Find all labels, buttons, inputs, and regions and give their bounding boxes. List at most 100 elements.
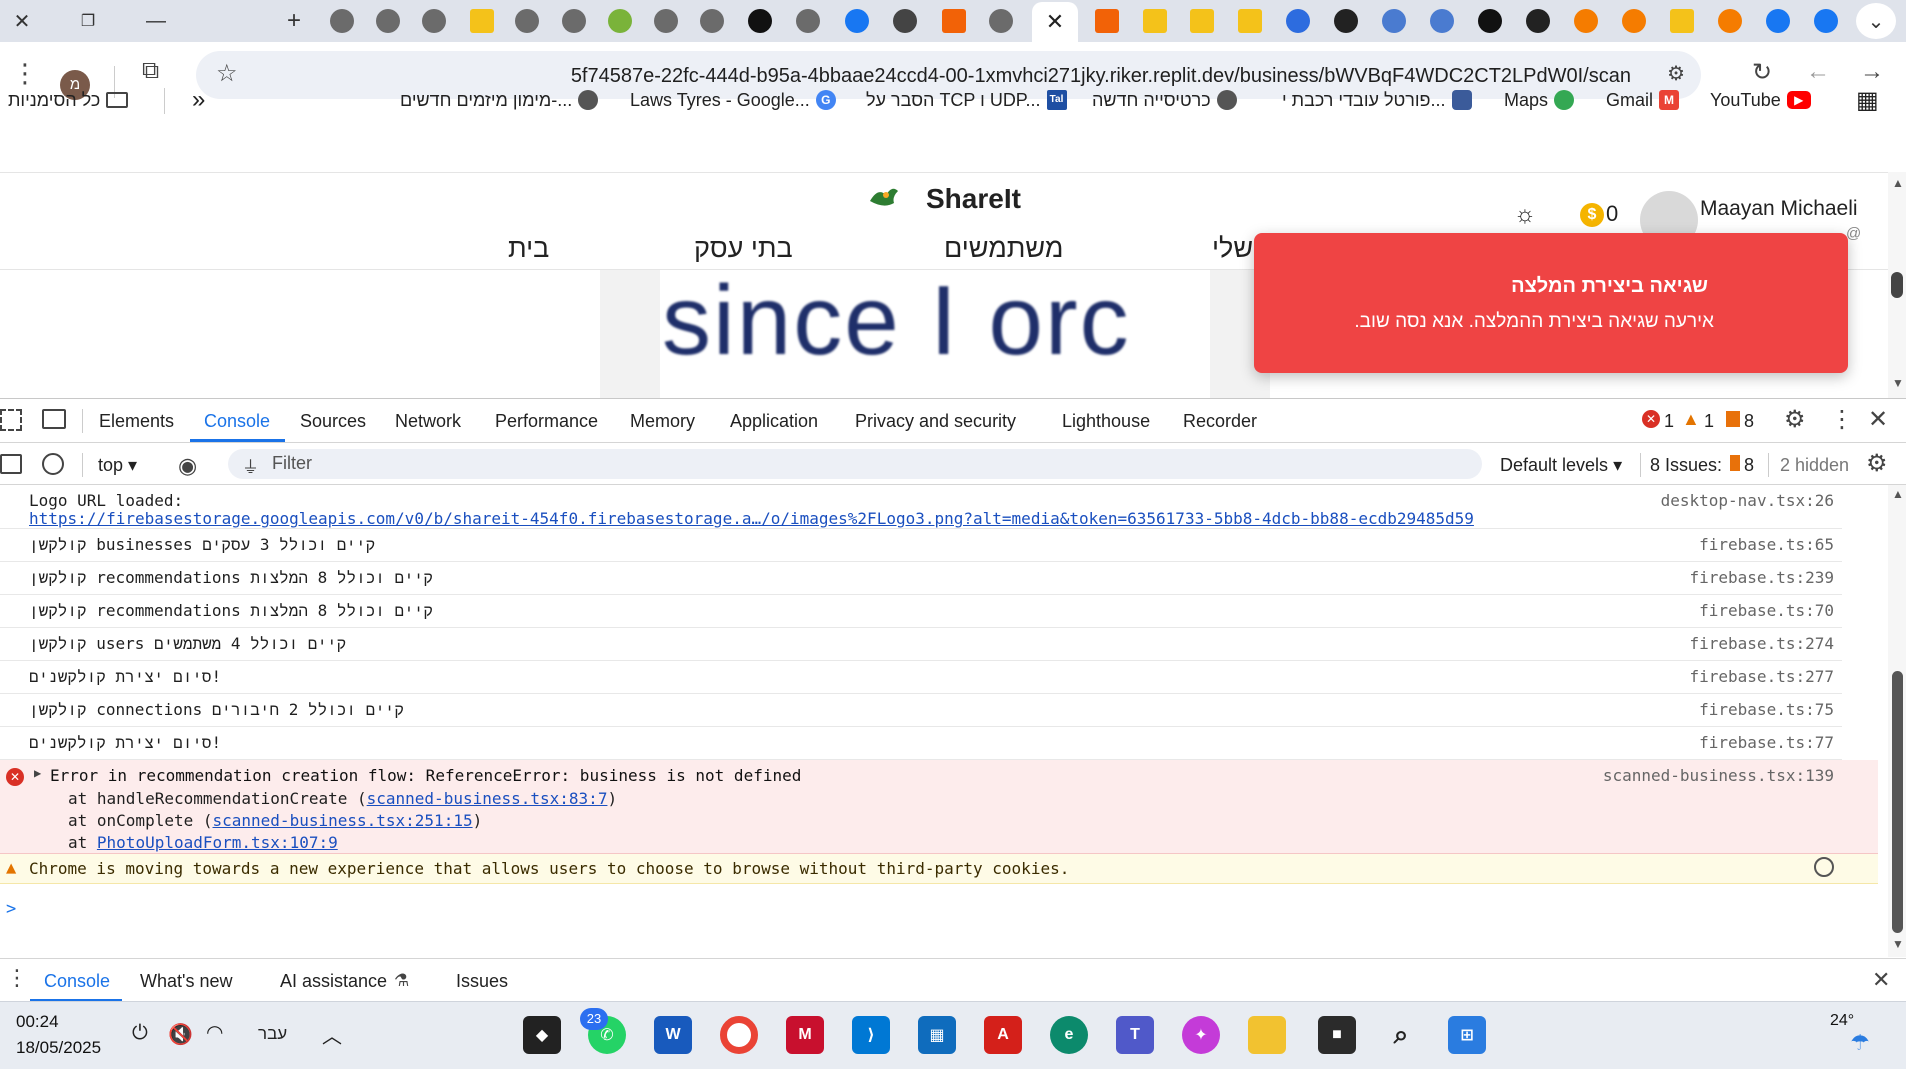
tab-search-button[interactable]: ⌄: [1856, 3, 1896, 39]
scroll-down-icon[interactable]: ▼: [1892, 937, 1904, 951]
tab-recorder[interactable]: Recorder: [1183, 411, 1257, 432]
log-source[interactable]: firebase.ts:70: [1699, 601, 1834, 620]
tab-app-icon[interactable]: [1382, 9, 1406, 33]
tab-firebase-icon[interactable]: [1574, 9, 1598, 33]
console-prompt[interactable]: >: [6, 899, 16, 919]
edge-icon[interactable]: e: [1050, 1016, 1088, 1054]
language-indicator[interactable]: עבר: [258, 1024, 287, 1044]
log-source[interactable]: firebase.ts:274: [1690, 634, 1835, 653]
weather-icon[interactable]: ☂: [1850, 1030, 1870, 1056]
mcafee-icon[interactable]: M: [786, 1016, 824, 1054]
tab-globe-icon[interactable]: [796, 9, 820, 33]
tab-github-icon[interactable]: [1334, 9, 1358, 33]
levels-dropdown[interactable]: Default levels ▾: [1500, 455, 1622, 476]
app-icon[interactable]: ■: [1318, 1016, 1356, 1054]
issues-label[interactable]: 8 Issues:: [1650, 455, 1722, 476]
tab-console[interactable]: Console: [204, 411, 270, 432]
stack-link[interactable]: scanned-business.tsx:83:7: [367, 789, 608, 808]
tab-github-icon[interactable]: [893, 9, 917, 33]
bookmark-item[interactable]: Gmail M: [1606, 88, 1680, 112]
nav-link-users[interactable]: משתמשים: [944, 233, 1063, 264]
tab-elements[interactable]: Elements: [99, 411, 174, 432]
log-source[interactable]: firebase.ts:77: [1699, 733, 1834, 752]
stack-link[interactable]: PhotoUploadForm.tsx:107:9: [97, 833, 338, 852]
bookmark-item[interactable]: מימון מיזמים חדשים-...: [400, 88, 599, 112]
site-settings-icon[interactable]: ⚙: [1667, 61, 1685, 86]
clock-date[interactable]: 18/05/2025: [16, 1038, 101, 1058]
warning-count[interactable]: 1: [1704, 411, 1714, 432]
close-drawer-icon[interactable]: ✕: [1872, 967, 1890, 993]
tab-globe-icon[interactable]: [700, 9, 724, 33]
console-scrollbar[interactable]: ▲ ▼: [1888, 485, 1906, 957]
error-text[interactable]: Error in recommendation creation flow: R…: [50, 766, 801, 785]
issues-count[interactable]: 8: [1744, 411, 1754, 432]
tab-vite-icon[interactable]: [1143, 9, 1167, 33]
menu-kebab-icon[interactable]: ⋮: [12, 58, 38, 89]
log-source[interactable]: firebase.ts:75: [1699, 700, 1834, 719]
filter-input[interactable]: ⏚ Filter: [228, 449, 1482, 479]
stack-link[interactable]: scanned-business.tsx:251:15: [213, 811, 473, 830]
tab-replit-icon[interactable]: [942, 9, 966, 33]
issues-count[interactable]: 8: [1744, 455, 1754, 476]
bookmark-item[interactable]: הסבר על TCP ו UDP... Tal: [866, 88, 1067, 112]
cookie-icon[interactable]: [1814, 857, 1834, 877]
scrollbar-thumb[interactable]: [1892, 671, 1903, 933]
tab-network[interactable]: Network: [395, 411, 461, 432]
log-source[interactable]: firebase.ts:65: [1699, 535, 1834, 554]
tab-vite-icon[interactable]: [1670, 9, 1694, 33]
tab-memory[interactable]: Memory: [630, 411, 695, 432]
clock-time[interactable]: 00:24: [16, 1012, 59, 1032]
inspect-element-icon[interactable]: [0, 409, 22, 431]
reload-icon[interactable]: ↻: [1752, 58, 1772, 87]
tab-globe-icon[interactable]: [989, 9, 1013, 33]
bookmark-item[interactable]: כרטיסייה חדשה: [1092, 88, 1237, 112]
tab-globe-icon[interactable]: [422, 9, 446, 33]
sun-icon[interactable]: ☼: [1514, 201, 1536, 229]
eye-icon[interactable]: ◉: [178, 453, 197, 479]
weather-temp[interactable]: 24°: [1830, 1012, 1854, 1030]
tab-firebase-icon[interactable]: [1718, 9, 1742, 33]
tab-github-icon[interactable]: [1526, 9, 1550, 33]
nav-link-businesses[interactable]: בתי עסק: [694, 233, 793, 264]
window-restore-button[interactable]: ❐: [66, 0, 110, 42]
battery-icon[interactable]: ⏻: [132, 1022, 148, 1045]
tab-globe-icon[interactable]: [654, 9, 678, 33]
scroll-up-icon[interactable]: ▲: [1892, 487, 1904, 501]
sidebar-toggle-icon[interactable]: [0, 454, 22, 474]
device-toolbar-icon[interactable]: [42, 409, 66, 429]
window-minimize-button[interactable]: —: [134, 0, 178, 42]
copilot-icon[interactable]: ✦: [1182, 1016, 1220, 1054]
brand-name[interactable]: ShareIt: [926, 183, 1021, 215]
brand-logo[interactable]: [864, 179, 904, 219]
tab-openai-icon[interactable]: [1478, 9, 1502, 33]
app-icon[interactable]: ◆: [523, 1016, 561, 1054]
tab-globe-icon[interactable]: [515, 9, 539, 33]
tab-application[interactable]: Application: [730, 411, 818, 432]
tab-facebook-icon[interactable]: [1766, 9, 1790, 33]
search-icon[interactable]: ⌕: [1382, 1016, 1420, 1054]
forward-icon[interactable]: →: [1860, 58, 1884, 86]
error-icon[interactable]: ✕: [1642, 410, 1660, 428]
window-close-button[interactable]: ✕: [0, 0, 44, 42]
vscode-icon[interactable]: ⟩: [852, 1016, 890, 1054]
tab-replit-icon[interactable]: [1095, 9, 1119, 33]
word-icon[interactable]: W: [654, 1016, 692, 1054]
tab-app-icon[interactable]: [608, 9, 632, 33]
expand-triangle-icon[interactable]: ▶: [34, 766, 41, 780]
drawer-tab-issues[interactable]: Issues: [456, 971, 508, 992]
gear-icon[interactable]: ⚙: [1784, 405, 1806, 434]
tab-facebook-icon[interactable]: [845, 9, 869, 33]
tab-vite-icon[interactable]: [1190, 9, 1214, 33]
bookmark-item[interactable]: Laws Tyres - Google... G: [630, 88, 836, 112]
tab-zm-icon[interactable]: [1286, 9, 1310, 33]
back-icon[interactable]: ←: [1806, 58, 1830, 86]
drawer-tab-whats-new[interactable]: What's new: [140, 971, 232, 992]
extensions-icon[interactable]: ⧉: [142, 57, 159, 85]
drawer-tab-ai-assistance[interactable]: AI assistance: [280, 971, 387, 992]
tab-lighthouse[interactable]: Lighthouse: [1062, 411, 1150, 432]
close-devtools-icon[interactable]: ✕: [1868, 405, 1888, 434]
store-icon[interactable]: ▦: [918, 1016, 956, 1054]
tab-facebook-icon[interactable]: [1814, 9, 1838, 33]
tab-active[interactable]: ✕: [1032, 2, 1078, 42]
tab-firebase-icon[interactable]: [1622, 9, 1646, 33]
